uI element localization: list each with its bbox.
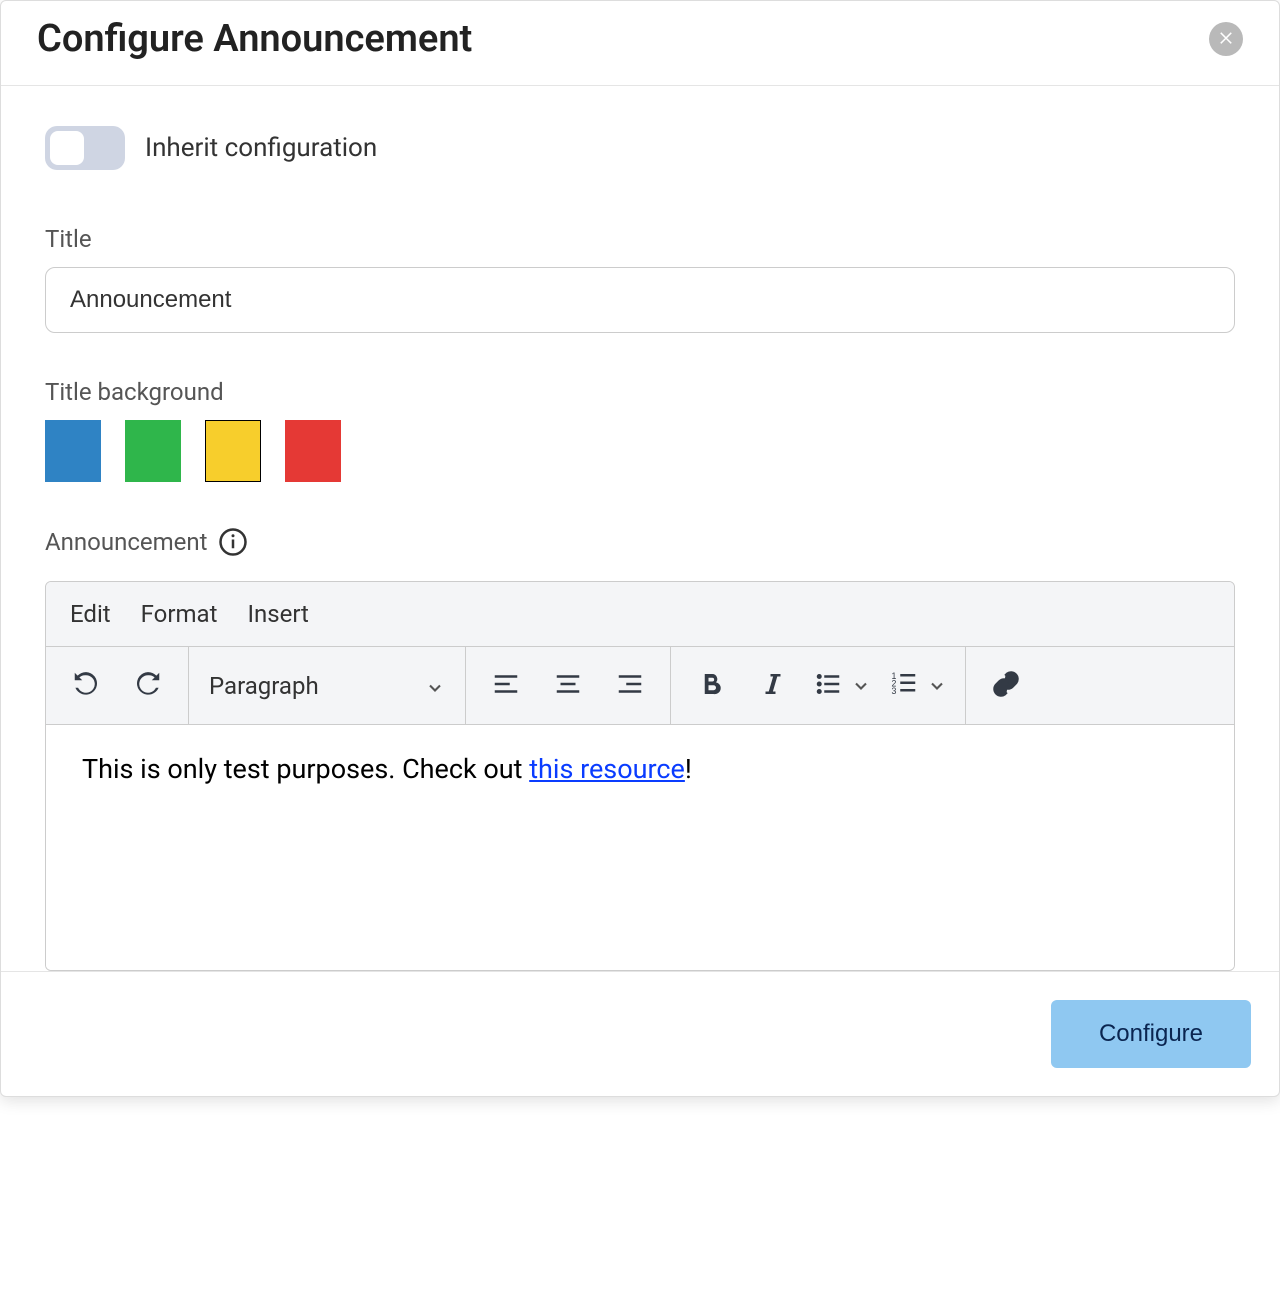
toolbar-group-align <box>466 647 671 724</box>
undo-button[interactable] <box>64 664 108 708</box>
inherit-toggle[interactable] <box>45 126 125 170</box>
italic-icon <box>758 669 788 703</box>
announcement-label: Announcement <box>45 528 208 556</box>
modal-header: Configure Announcement <box>1 1 1279 86</box>
align-right-icon <box>615 669 645 703</box>
link-icon <box>991 669 1021 703</box>
info-icon[interactable] <box>218 527 248 557</box>
toggle-knob <box>50 131 84 165</box>
numbered-list-button[interactable]: 123 <box>889 669 947 703</box>
toolbar-group-link <box>966 647 1046 724</box>
inherit-toggle-row: Inherit configuration <box>45 126 1235 170</box>
close-icon <box>1217 28 1235 50</box>
undo-icon <box>71 669 101 703</box>
bold-button[interactable] <box>689 664 733 708</box>
numbered-list-icon: 123 <box>889 669 919 703</box>
editor-content[interactable]: This is only test purposes. Check out th… <box>46 725 1234 970</box>
align-center-button[interactable] <box>546 664 590 708</box>
rich-text-editor: Edit Format Insert <box>45 581 1235 971</box>
italic-button[interactable] <box>751 664 795 708</box>
chevron-down-icon <box>851 676 871 696</box>
configure-button[interactable]: Configure <box>1051 1000 1251 1068</box>
color-swatch-green[interactable] <box>125 420 181 482</box>
toolbar-group-text: 123 <box>671 647 966 724</box>
modal-body: Inherit configuration Title Title backgr… <box>1 86 1279 971</box>
editor-text-after: ! <box>685 753 692 785</box>
configure-announcement-modal: Configure Announcement Inherit configura… <box>0 0 1280 1097</box>
bold-icon <box>696 669 726 703</box>
color-swatch-row <box>45 420 1235 482</box>
chevron-down-icon <box>927 676 947 696</box>
format-select[interactable]: Paragraph <box>207 672 447 700</box>
chevron-down-icon <box>425 676 445 696</box>
editor-menubar: Edit Format Insert <box>46 582 1234 647</box>
menu-format[interactable]: Format <box>141 600 218 628</box>
link-button[interactable] <box>984 664 1028 708</box>
menu-edit[interactable]: Edit <box>70 600 111 628</box>
editor-text-before: This is only test purposes. Check out <box>82 753 529 785</box>
close-button[interactable] <box>1209 22 1243 56</box>
announcement-label-row: Announcement <box>45 527 1235 557</box>
bullet-list-icon <box>813 669 843 703</box>
color-swatch-yellow[interactable] <box>205 420 261 482</box>
redo-icon <box>133 669 163 703</box>
toolbar-group-history <box>46 647 189 724</box>
title-input[interactable] <box>45 267 1235 333</box>
color-swatch-blue[interactable] <box>45 420 101 482</box>
redo-button[interactable] <box>126 664 170 708</box>
svg-text:3: 3 <box>892 686 897 696</box>
align-left-button[interactable] <box>484 664 528 708</box>
modal-footer: Configure <box>1 971 1279 1096</box>
title-background-label: Title background <box>45 378 1235 406</box>
toolbar-group-format: Paragraph <box>189 647 466 724</box>
editor-link[interactable]: this resource <box>529 753 685 785</box>
menu-insert[interactable]: Insert <box>247 600 308 628</box>
modal-title: Configure Announcement <box>37 17 472 61</box>
editor-toolbar: Paragraph <box>46 647 1234 725</box>
align-left-icon <box>491 669 521 703</box>
title-field-label: Title <box>45 225 1235 253</box>
color-swatch-red[interactable] <box>285 420 341 482</box>
format-select-label: Paragraph <box>209 672 319 700</box>
align-right-button[interactable] <box>608 664 652 708</box>
align-center-icon <box>553 669 583 703</box>
bullet-list-button[interactable] <box>813 669 871 703</box>
inherit-toggle-label: Inherit configuration <box>145 133 377 163</box>
